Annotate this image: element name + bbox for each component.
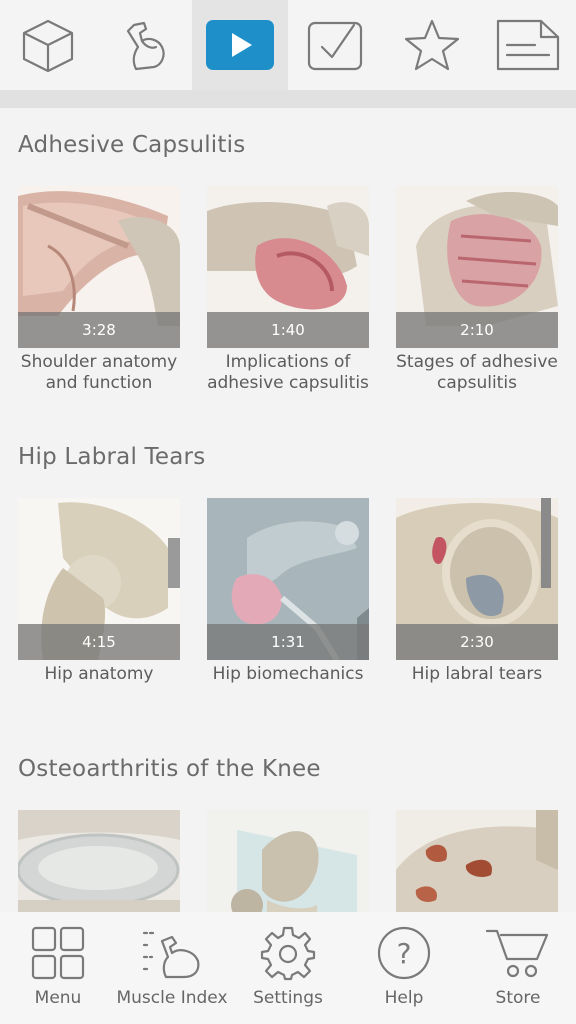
cube-icon xyxy=(22,19,74,73)
video-title: Implications of adhesive capsulitis xyxy=(207,352,369,393)
star-icon xyxy=(404,19,460,71)
tab-3d-model[interactable] xyxy=(0,0,96,90)
tab-notes[interactable] xyxy=(480,0,576,90)
muscle-list-icon xyxy=(142,931,200,979)
video-thumbnail xyxy=(396,810,558,912)
gear-icon xyxy=(260,926,316,981)
nav-muscle-index[interactable]: Muscle Index xyxy=(112,912,232,1024)
video-list[interactable]: Adhesive Capsulitis 3:28 Shoulder anatom… xyxy=(0,108,576,912)
video-duration: 2:30 xyxy=(396,624,558,660)
section-hip-labral-tears: Hip Labral Tears 4:15 Hip anatomy 1:31 H… xyxy=(0,420,576,732)
video-thumbnail xyxy=(207,810,369,912)
nav-help[interactable]: ? Help xyxy=(364,912,444,1024)
tab-favorites[interactable] xyxy=(384,0,480,90)
section-title: Osteoarthritis of the Knee xyxy=(18,756,321,782)
tab-videos[interactable] xyxy=(192,0,288,90)
nav-label: Store xyxy=(495,988,541,1008)
video-thumbnail: 2:10 xyxy=(396,186,558,348)
grid-icon xyxy=(31,926,85,980)
note-icon xyxy=(496,19,560,71)
video-thumbnail: 4:15 xyxy=(18,498,180,660)
section-title: Adhesive Capsulitis xyxy=(18,132,246,158)
video-thumbnail: 1:40 xyxy=(207,186,369,348)
video-thumbnail: 2:30 xyxy=(396,498,558,660)
video-title: Shoulder anatomy and function xyxy=(20,352,178,393)
nav-label: Help xyxy=(384,988,424,1008)
nav-label: Muscle Index xyxy=(116,988,228,1008)
top-bar-divider xyxy=(0,90,576,108)
top-tab-bar xyxy=(0,0,576,90)
video-duration: 3:28 xyxy=(18,312,180,348)
video-duration: 1:40 xyxy=(207,312,369,348)
play-icon xyxy=(206,20,274,70)
nav-label: Menu xyxy=(34,988,82,1008)
bottom-nav-bar: Menu Muscle Index Settings ? Help Store xyxy=(0,912,576,1024)
section-title: Hip Labral Tears xyxy=(18,444,206,470)
section-osteoarthritis-knee: Osteoarthritis of the Knee xyxy=(0,732,576,912)
section-adhesive-capsulitis: Adhesive Capsulitis 3:28 Shoulder anatom… xyxy=(0,108,576,420)
video-duration: 2:10 xyxy=(396,312,558,348)
svg-text:?: ? xyxy=(397,937,412,970)
video-title: Hip anatomy xyxy=(44,664,154,684)
video-thumbnail: 1:31 xyxy=(207,498,369,660)
tab-quiz[interactable] xyxy=(288,0,384,90)
flexed-arm-icon xyxy=(126,21,165,71)
video-duration: 4:15 xyxy=(18,624,180,660)
question-icon: ? xyxy=(377,926,431,980)
nav-store[interactable]: Store xyxy=(478,912,558,1024)
nav-settings[interactable]: Settings xyxy=(248,912,328,1024)
checkbox-icon xyxy=(307,21,363,71)
nav-label: Settings xyxy=(253,988,323,1008)
nav-menu[interactable]: Menu xyxy=(18,912,98,1024)
video-title: Hip labral tears xyxy=(411,664,543,684)
video-title: Stages of adhesive capsulitis xyxy=(396,352,558,393)
video-title: Hip biomechanics xyxy=(212,664,364,684)
tab-muscles[interactable] xyxy=(96,0,192,90)
video-duration: 1:31 xyxy=(207,624,369,660)
video-thumbnail xyxy=(18,810,180,912)
video-thumbnail: 3:28 xyxy=(18,186,180,348)
cart-icon xyxy=(485,929,549,978)
